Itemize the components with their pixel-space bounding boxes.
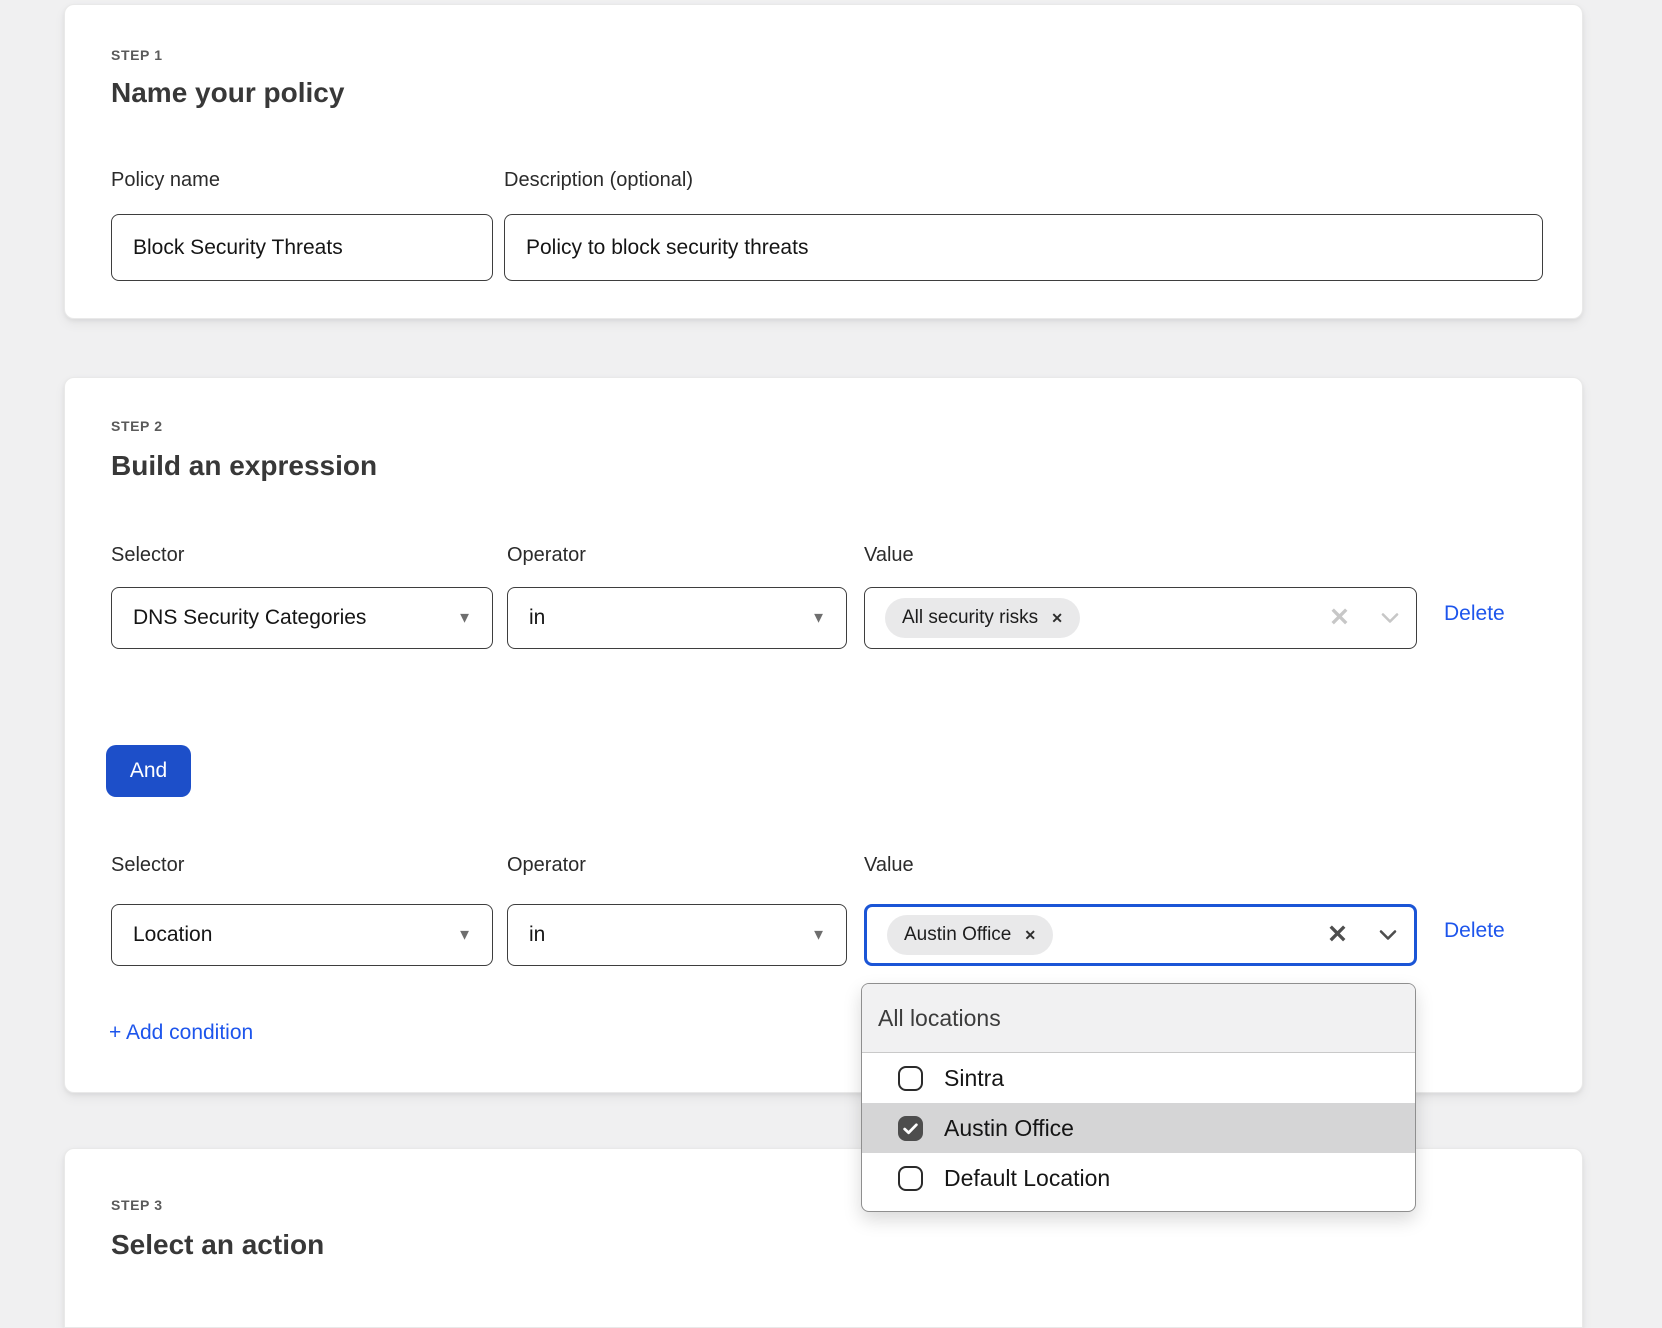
description-input[interactable] — [504, 214, 1543, 281]
row2-value-label: Value — [864, 854, 914, 877]
dropdown-option-sintra[interactable]: Sintra — [862, 1053, 1415, 1103]
option-label: Sintra — [944, 1065, 1004, 1092]
dropdown-triangle-icon: ▼ — [457, 928, 472, 943]
description-label: Description (optional) — [504, 169, 693, 192]
dropdown-header-all-locations[interactable]: All locations — [862, 984, 1415, 1053]
check-icon — [902, 1120, 919, 1137]
value-tag: All security risks ✕ — [885, 598, 1080, 638]
add-condition-link[interactable]: + Add condition — [109, 1021, 253, 1045]
option-label: Austin Office — [944, 1115, 1074, 1142]
value-tag-text: Austin Office — [904, 924, 1011, 946]
tag-remove-icon[interactable]: ✕ — [1051, 611, 1063, 625]
checkbox-unchecked-icon[interactable] — [898, 1166, 923, 1191]
row1-selector-value: DNS Security Categories — [133, 606, 366, 630]
checkbox-checked-icon[interactable] — [898, 1116, 923, 1141]
row1-delete-link[interactable]: Delete — [1444, 602, 1505, 626]
row2-selector-value: Location — [133, 923, 212, 947]
row2-selector-select[interactable]: Location ▼ — [111, 904, 493, 966]
location-dropdown-panel: All locations Sintra Austin Office Defau… — [861, 983, 1416, 1212]
dropdown-option-default-location[interactable]: Default Location — [862, 1153, 1415, 1203]
row1-value-multiselect[interactable]: All security risks ✕ ✕ — [864, 587, 1417, 649]
step3-title: Select an action — [111, 1229, 324, 1261]
step1-label: STEP 1 — [111, 47, 163, 63]
dropdown-triangle-icon: ▼ — [811, 611, 826, 626]
dropdown-triangle-icon: ▼ — [811, 928, 826, 943]
value-tag-text: All security risks — [902, 607, 1038, 629]
row1-selector-label: Selector — [111, 544, 184, 567]
row1-selector-select[interactable]: DNS Security Categories ▼ — [111, 587, 493, 649]
row2-delete-link[interactable]: Delete — [1444, 919, 1505, 943]
row1-operator-value: in — [529, 606, 545, 630]
checkbox-unchecked-icon[interactable] — [898, 1066, 923, 1091]
row1-value-label: Value — [864, 544, 914, 567]
row2-operator-value: in — [529, 923, 545, 947]
dropdown-triangle-icon: ▼ — [457, 611, 472, 626]
clear-icon[interactable]: ✕ — [1327, 923, 1348, 948]
step2-label: STEP 2 — [111, 418, 163, 434]
row2-value-multiselect[interactable]: Austin Office ✕ ✕ — [864, 904, 1417, 966]
chevron-down-icon[interactable] — [1376, 923, 1400, 947]
option-label: Default Location — [944, 1165, 1110, 1192]
policy-name-input[interactable] — [111, 214, 493, 281]
row2-selector-label: Selector — [111, 854, 184, 877]
row1-operator-label: Operator — [507, 544, 586, 567]
step2-title: Build an expression — [111, 450, 377, 482]
dropdown-option-austin-office[interactable]: Austin Office — [862, 1103, 1415, 1153]
row2-operator-select[interactable]: in ▼ — [507, 904, 847, 966]
step1-card: STEP 1 Name your policy Policy name Desc… — [64, 4, 1583, 319]
chevron-down-icon[interactable] — [1378, 606, 1402, 630]
value-tag: Austin Office ✕ — [887, 915, 1053, 955]
and-button[interactable]: And — [106, 745, 191, 797]
row1-operator-select[interactable]: in ▼ — [507, 587, 847, 649]
step1-title: Name your policy — [111, 77, 344, 109]
tag-remove-icon[interactable]: ✕ — [1024, 928, 1036, 942]
row2-operator-label: Operator — [507, 854, 586, 877]
policy-name-label: Policy name — [111, 169, 220, 192]
clear-icon[interactable]: ✕ — [1329, 606, 1350, 631]
step3-label: STEP 3 — [111, 1197, 163, 1213]
